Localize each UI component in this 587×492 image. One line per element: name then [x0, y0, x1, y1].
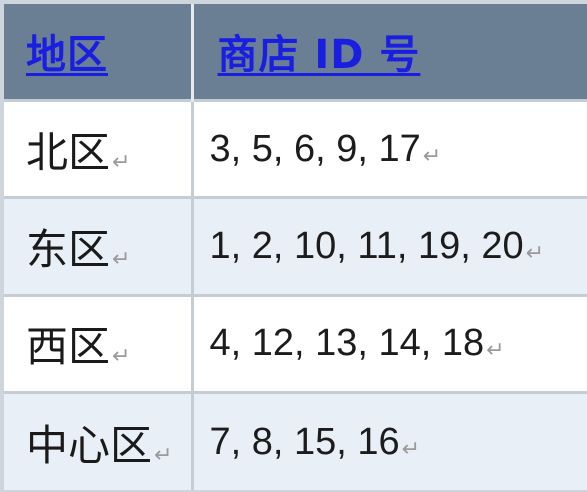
- paragraph-mark-icon: ↵: [112, 149, 131, 175]
- table-row: 中心区↵ 7, 8, 15, 16↵: [4, 391, 587, 490]
- table-header-row: 地区 商店 ID 号: [4, 4, 587, 101]
- store-ids-value: 1, 2, 10, 11, 19, 20: [209, 224, 524, 267]
- store-ids-cell: 3, 5, 6, 9, 17↵: [192, 98, 587, 198]
- table-row: 西区↵ 4, 12, 13, 14, 18↵: [4, 293, 587, 393]
- table-row: 东区↵ 1, 2, 10, 11, 19, 20↵: [4, 196, 587, 296]
- region-label: 西区: [26, 322, 111, 372]
- store-ids-cell: 1, 2, 10, 11, 19, 20↵: [192, 196, 587, 296]
- region-cell: 中心区↵: [4, 391, 194, 490]
- region-cell: 东区↵: [4, 196, 194, 296]
- store-ids-value: 4, 12, 13, 14, 18: [209, 322, 485, 365]
- paragraph-mark-icon: ↵: [422, 143, 442, 169]
- document-page: 地区 商店 ID 号 北区↵ 3, 5, 6, 9, 17↵ 东区↵ 1, 2,…: [0, 0, 587, 492]
- paragraph-mark-icon: ↵: [112, 344, 131, 370]
- paragraph-mark-icon: ↵: [486, 338, 505, 364]
- header-cell-region: 地区: [4, 4, 194, 101]
- paragraph-mark-icon: ↵: [401, 436, 421, 462]
- region-label: 东区: [26, 224, 111, 274]
- region-label: 中心区: [26, 420, 153, 470]
- region-cell: 西区↵: [4, 293, 194, 393]
- region-cell: 北区↵: [4, 98, 194, 198]
- paragraph-mark-icon: ↵: [112, 246, 131, 272]
- table-row: 北区↵ 3, 5, 6, 9, 17↵: [4, 98, 587, 198]
- store-ids-value: 7, 8, 15, 16: [209, 420, 400, 463]
- store-ids-value: 3, 5, 6, 9, 17: [209, 127, 421, 170]
- region-label: 北区: [26, 127, 111, 177]
- paragraph-mark-icon: ↵: [525, 240, 545, 266]
- region-store-table: 地区 商店 ID 号 北区↵ 3, 5, 6, 9, 17↵ 东区↵ 1, 2,…: [4, 4, 587, 490]
- header-region-link[interactable]: 地区: [26, 22, 108, 80]
- header-cell-store-ids: 商店 ID 号: [192, 4, 587, 101]
- store-ids-cell: 4, 12, 13, 14, 18↵: [192, 293, 587, 393]
- header-store-ids-link[interactable]: 商店 ID 号: [218, 22, 421, 80]
- store-ids-cell: 7, 8, 15, 16↵: [192, 391, 587, 490]
- paragraph-mark-icon: ↵: [154, 442, 173, 468]
